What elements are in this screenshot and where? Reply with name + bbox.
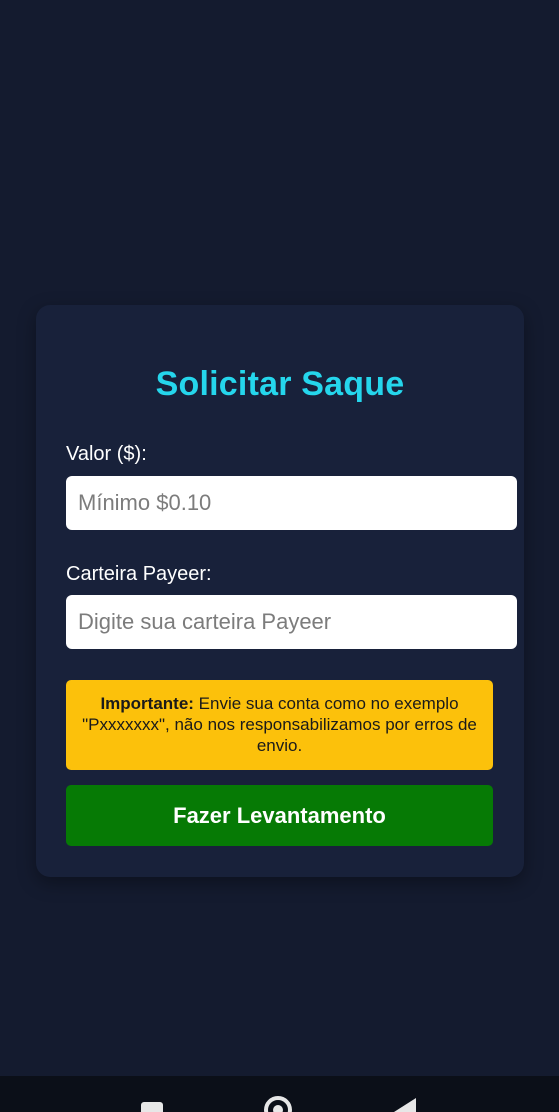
- wallet-input[interactable]: [66, 595, 517, 649]
- page-title: Solicitar Saque: [155, 365, 405, 403]
- recent-apps-icon[interactable]: [141, 1102, 163, 1112]
- amount-input[interactable]: [66, 476, 517, 530]
- system-navigation-bar: [0, 1076, 559, 1112]
- wallet-label: Carteira Payeer:: [66, 563, 212, 585]
- home-icon[interactable]: [264, 1096, 292, 1112]
- important-notice: Importante: Envie sua conta como no exem…: [66, 680, 493, 770]
- withdraw-card: Solicitar Saque Valor ($): Carteira Paye…: [36, 305, 524, 877]
- notice-strong-label: Importante:: [100, 694, 194, 713]
- amount-label: Valor ($):: [66, 443, 147, 465]
- app-screen: Solicitar Saque Valor ($): Carteira Paye…: [0, 0, 559, 1112]
- back-icon[interactable]: [394, 1098, 416, 1112]
- submit-withdraw-button[interactable]: Fazer Levantamento: [66, 785, 493, 846]
